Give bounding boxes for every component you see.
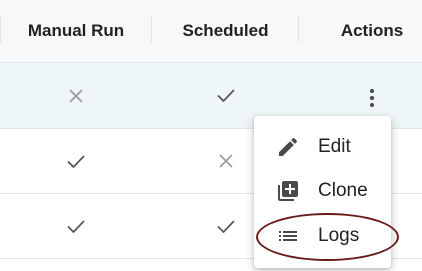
check-icon xyxy=(67,154,85,168)
library-add-icon xyxy=(278,181,298,201)
more-actions-kebab-icon[interactable] xyxy=(369,89,375,109)
cross-icon xyxy=(69,88,83,103)
column-header-manual-run[interactable]: Manual Run xyxy=(0,0,152,62)
manual-run-cell xyxy=(0,194,152,258)
menu-item-clone[interactable]: Clone xyxy=(254,169,391,213)
column-separator xyxy=(0,15,1,43)
menu-item-edit[interactable]: Edit xyxy=(254,125,391,169)
pencil-icon xyxy=(279,137,298,156)
menu-item-label: Logs xyxy=(318,225,360,246)
check-icon xyxy=(216,219,235,233)
manual-run-cell xyxy=(0,63,152,128)
column-header-scheduled[interactable]: Scheduled xyxy=(152,0,299,62)
menu-item-label: Edit xyxy=(318,136,351,157)
manual-run-cell xyxy=(0,129,152,193)
actions-menu: Edit Clone Logs xyxy=(254,116,391,268)
cross-icon xyxy=(218,154,233,168)
table-header: Manual Run Scheduled Actions xyxy=(0,0,422,63)
menu-item-logs[interactable]: Logs xyxy=(254,214,391,258)
list-icon xyxy=(279,231,297,241)
column-header-actions: Actions xyxy=(340,21,404,40)
check-icon xyxy=(67,219,85,233)
menu-item-label: Clone xyxy=(318,180,368,201)
check-icon xyxy=(216,89,235,102)
